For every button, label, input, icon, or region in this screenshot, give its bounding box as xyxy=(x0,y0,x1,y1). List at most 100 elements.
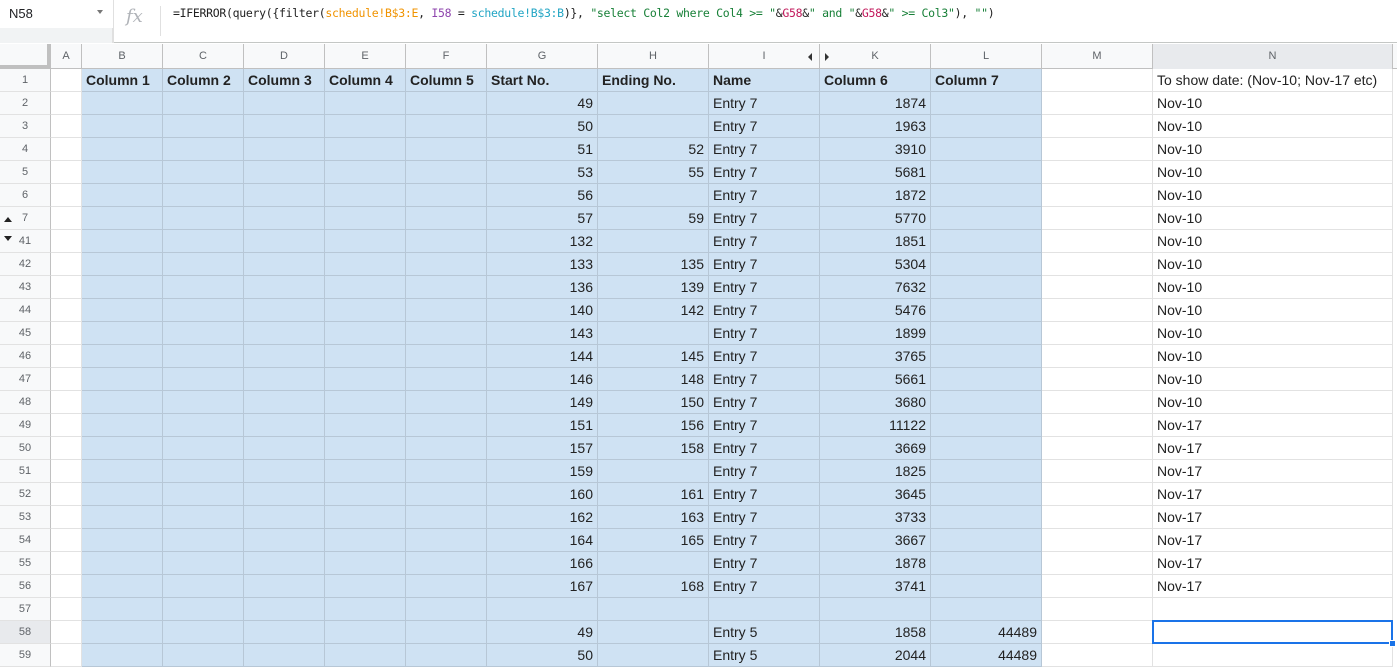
cell-g2[interactable]: 49 xyxy=(487,92,598,115)
cell-m5[interactable] xyxy=(1042,161,1153,184)
cell-g55[interactable]: 166 xyxy=(487,552,598,575)
cell-c59[interactable] xyxy=(163,644,244,667)
cell-n7[interactable]: Nov-10 xyxy=(1153,207,1393,230)
row-header[interactable]: 1 xyxy=(0,69,51,92)
row-header[interactable]: 4 xyxy=(0,138,51,161)
cell-g53[interactable]: 162 xyxy=(487,506,598,529)
cell-b41[interactable] xyxy=(82,230,163,253)
cell-i49[interactable]: Entry 7 xyxy=(709,414,820,437)
cell-n57[interactable] xyxy=(1153,598,1393,621)
cell-h49[interactable]: 156 xyxy=(598,414,709,437)
cell-g7[interactable]: 57 xyxy=(487,207,598,230)
cell-e52[interactable] xyxy=(325,483,406,506)
cell-k2[interactable]: 1874 xyxy=(820,92,931,115)
cell-d59[interactable] xyxy=(244,644,325,667)
column-header-f[interactable]: F xyxy=(406,44,487,69)
cell-n45[interactable]: Nov-10 xyxy=(1153,322,1393,345)
row-header[interactable]: 50 xyxy=(0,437,51,460)
cell-h58[interactable] xyxy=(598,621,709,644)
cell-b49[interactable] xyxy=(82,414,163,437)
column-header-m[interactable]: M xyxy=(1042,44,1153,69)
cell-c51[interactable] xyxy=(163,460,244,483)
hidden-column-right-arrow-icon[interactable] xyxy=(825,53,829,61)
cell-l47[interactable] xyxy=(931,368,1042,391)
cell-g47[interactable]: 146 xyxy=(487,368,598,391)
cell-d2[interactable] xyxy=(244,92,325,115)
cell-m53[interactable] xyxy=(1042,506,1153,529)
cell-e45[interactable] xyxy=(325,322,406,345)
cell-f44[interactable] xyxy=(406,299,487,322)
cell-k3[interactable]: 1963 xyxy=(820,115,931,138)
cell-m45[interactable] xyxy=(1042,322,1153,345)
cell-f7[interactable] xyxy=(406,207,487,230)
cell-h4[interactable]: 52 xyxy=(598,138,709,161)
cell-l54[interactable] xyxy=(931,529,1042,552)
cell-b47[interactable] xyxy=(82,368,163,391)
cell-e41[interactable] xyxy=(325,230,406,253)
cell-f48[interactable] xyxy=(406,391,487,414)
cell-a51[interactable] xyxy=(51,460,82,483)
cell-k53[interactable]: 3733 xyxy=(820,506,931,529)
cell-g46[interactable]: 144 xyxy=(487,345,598,368)
cell-h56[interactable]: 168 xyxy=(598,575,709,598)
row-header[interactable]: 44 xyxy=(0,299,51,322)
cell-a46[interactable] xyxy=(51,345,82,368)
cell-c47[interactable] xyxy=(163,368,244,391)
row-header[interactable]: 52 xyxy=(0,483,51,506)
cell-c58[interactable] xyxy=(163,621,244,644)
cell-k7[interactable]: 5770 xyxy=(820,207,931,230)
cell-f57[interactable] xyxy=(406,598,487,621)
cell-d58[interactable] xyxy=(244,621,325,644)
cell-a59[interactable] xyxy=(51,644,82,667)
cell-k50[interactable]: 3669 xyxy=(820,437,931,460)
cell-c3[interactable] xyxy=(163,115,244,138)
cell-l43[interactable] xyxy=(931,276,1042,299)
cell-e55[interactable] xyxy=(325,552,406,575)
cell-h48[interactable]: 150 xyxy=(598,391,709,414)
cell-b48[interactable] xyxy=(82,391,163,414)
cell-i46[interactable]: Entry 7 xyxy=(709,345,820,368)
cell-n52[interactable]: Nov-17 xyxy=(1153,483,1393,506)
cell-h50[interactable]: 158 xyxy=(598,437,709,460)
row-header[interactable]: 53 xyxy=(0,506,51,529)
cell-d46[interactable] xyxy=(244,345,325,368)
cell-g3[interactable]: 50 xyxy=(487,115,598,138)
cell-k49[interactable]: 11122 xyxy=(820,414,931,437)
cell-a58[interactable] xyxy=(51,621,82,644)
cell-l2[interactable] xyxy=(931,92,1042,115)
expand-group-up-icon[interactable] xyxy=(4,217,12,222)
column-header-b[interactable]: B xyxy=(82,44,163,69)
cell-n4[interactable]: Nov-10 xyxy=(1153,138,1393,161)
cell-n1[interactable]: To show date: (Nov-10; Nov-17 etc) xyxy=(1153,69,1393,92)
cell-i43[interactable]: Entry 7 xyxy=(709,276,820,299)
cell-i45[interactable]: Entry 7 xyxy=(709,322,820,345)
cell-k54[interactable]: 3667 xyxy=(820,529,931,552)
row-header[interactable]: 55 xyxy=(0,552,51,575)
cell-m44[interactable] xyxy=(1042,299,1153,322)
cell-a48[interactable] xyxy=(51,391,82,414)
cell-k58[interactable]: 1858 xyxy=(820,621,931,644)
cell-e3[interactable] xyxy=(325,115,406,138)
cell-n48[interactable]: Nov-10 xyxy=(1153,391,1393,414)
expand-group-down-icon[interactable] xyxy=(4,236,12,241)
cell-g5[interactable]: 53 xyxy=(487,161,598,184)
column-header-n[interactable]: N xyxy=(1153,44,1393,69)
cell-m57[interactable] xyxy=(1042,598,1153,621)
row-header[interactable]: 3 xyxy=(0,115,51,138)
cell-c46[interactable] xyxy=(163,345,244,368)
cell-f49[interactable] xyxy=(406,414,487,437)
row-header[interactable]: 49 xyxy=(0,414,51,437)
cell-b50[interactable] xyxy=(82,437,163,460)
cell-h7[interactable]: 59 xyxy=(598,207,709,230)
cell-b55[interactable] xyxy=(82,552,163,575)
cell-a2[interactable] xyxy=(51,92,82,115)
cell-f53[interactable] xyxy=(406,506,487,529)
cell-k6[interactable]: 1872 xyxy=(820,184,931,207)
cell-b5[interactable] xyxy=(82,161,163,184)
cell-k46[interactable]: 3765 xyxy=(820,345,931,368)
cell-l52[interactable] xyxy=(931,483,1042,506)
cell-b51[interactable] xyxy=(82,460,163,483)
cell-b45[interactable] xyxy=(82,322,163,345)
cell-b58[interactable] xyxy=(82,621,163,644)
cell-d57[interactable] xyxy=(244,598,325,621)
